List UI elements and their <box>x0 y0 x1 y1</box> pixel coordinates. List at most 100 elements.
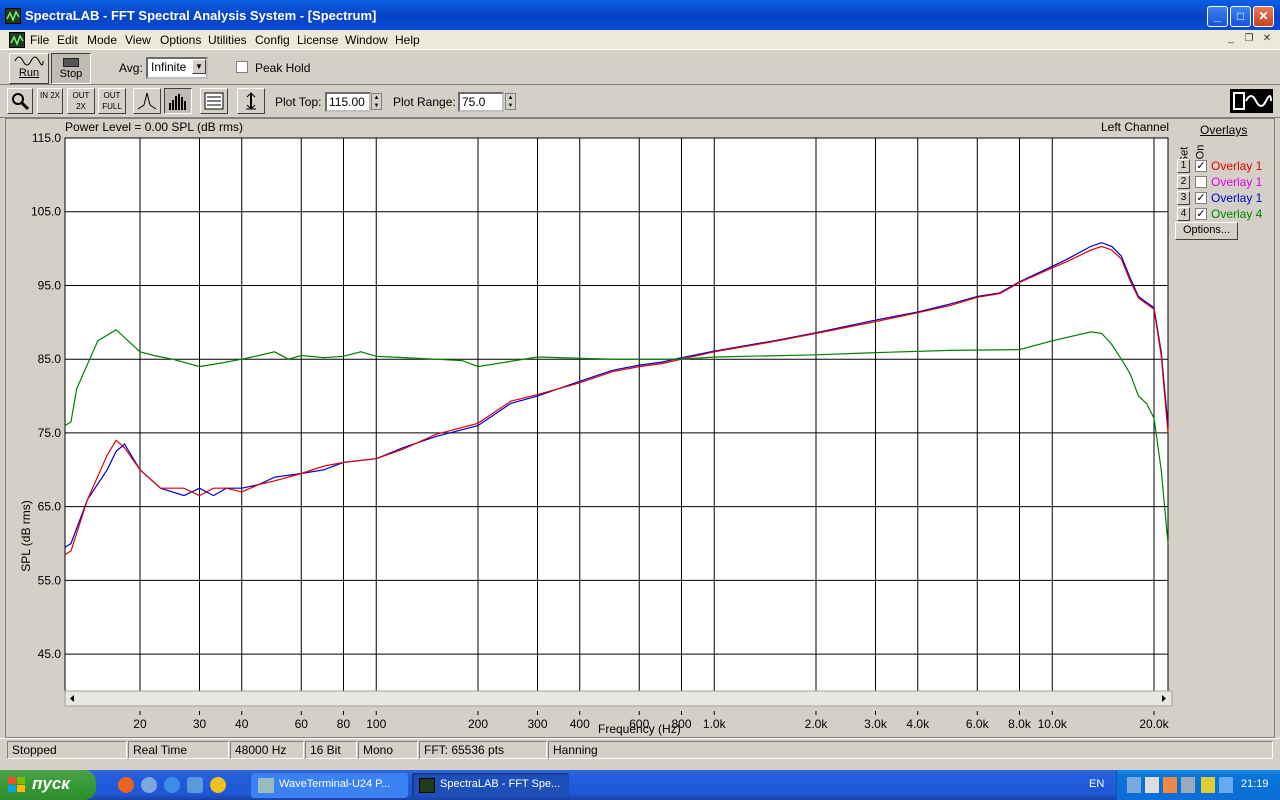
settings-panel-button[interactable] <box>200 88 228 114</box>
zoom-button[interactable] <box>7 88 33 114</box>
network-icon[interactable] <box>1127 777 1141 793</box>
window-title: SpectraLAB - FFT Spectral Analysis Syste… <box>25 8 377 23</box>
overlay-set-button[interactable]: 1 <box>1177 159 1190 173</box>
overlay-on-checkbox[interactable]: ✓ <box>1195 208 1207 220</box>
task-waveterminal[interactable]: WaveTerminal-U24 P... <box>251 773 408 798</box>
status-bits: 16 Bit <box>305 741 357 759</box>
x-tick-label: 300 <box>527 717 547 731</box>
zoom-out-full-button[interactable]: OUT FULL <box>98 88 126 114</box>
y-tick-label: 75.0 <box>38 426 62 440</box>
x-tick-label: 10.0k <box>1038 717 1068 731</box>
plot-top-spinner[interactable]: ▲ ▼ <box>371 93 382 110</box>
peak-curve-icon <box>137 92 157 110</box>
menu-window[interactable]: Window <box>345 33 388 47</box>
security-icon[interactable] <box>1163 777 1177 793</box>
bar-plot-button[interactable] <box>164 88 192 114</box>
mdi-restore-button[interactable]: ❐ <box>1242 33 1256 46</box>
menu-config[interactable]: Config <box>255 33 290 47</box>
plot-range-label: Plot Range: <box>393 95 456 109</box>
spectrum-chart[interactable]: 115.0 105.0 95.0 85.0 75.0 65.0 55.0 45.0 20 30 40… <box>6 119 1173 731</box>
menu-view[interactable]: View <box>125 33 151 47</box>
avg-select[interactable]: Infinite ▼ <box>146 57 208 79</box>
close-button[interactable]: ✕ <box>1253 6 1274 27</box>
plot-range-spinner[interactable]: ▲ ▼ <box>505 93 516 110</box>
x-tick-label: 80 <box>337 717 351 731</box>
x-tick-label: 2.0k <box>805 717 829 731</box>
windows-logo-icon <box>8 777 25 792</box>
plot-range-input[interactable]: 75.0 <box>458 92 504 112</box>
run-button[interactable]: Run <box>9 53 49 84</box>
maximize-button[interactable]: □ <box>1230 6 1251 27</box>
plot-scrollbar <box>64 690 1173 707</box>
overlay-name[interactable]: Overlay 4 <box>1211 207 1262 221</box>
x-tick-label: 4.0k <box>906 717 930 731</box>
mdi-close-button[interactable]: ✕ <box>1260 33 1274 46</box>
x-tick-label: 20.0k <box>1139 717 1169 731</box>
overlay-set-button[interactable]: 3 <box>1177 191 1190 205</box>
overlay-name[interactable]: Overlay 1 <box>1211 175 1262 189</box>
menu-options[interactable]: Options <box>160 33 201 47</box>
x-tick-label: 600 <box>629 717 649 731</box>
internet-explorer-icon[interactable] <box>164 777 180 793</box>
battery-icon[interactable] <box>1201 777 1215 793</box>
menu-bar: File Edit Mode View Options Utilities Co… <box>0 30 1280 50</box>
start-button[interactable]: пуск <box>0 770 96 800</box>
y-tick-label: 65.0 <box>38 500 62 514</box>
firefox-icon[interactable] <box>118 777 134 793</box>
plot-top-label: Plot Top: <box>275 95 322 109</box>
zoom-out-2x-button[interactable]: OUT 2X <box>67 88 95 114</box>
overlay-on-checkbox[interactable] <box>1195 176 1207 188</box>
document-icon[interactable] <box>9 32 25 48</box>
scale-button[interactable] <box>237 88 265 114</box>
minimize-button[interactable]: _ <box>1207 6 1228 27</box>
media-player-icon[interactable] <box>210 777 226 793</box>
overlay-set-button[interactable]: 4 <box>1177 207 1190 221</box>
bar-graph-icon <box>169 94 186 110</box>
chevron-down-icon[interactable]: ▼ <box>192 59 206 74</box>
plot-top-input[interactable]: 115.00 <box>325 92 371 112</box>
x-tick-label: 400 <box>570 717 590 731</box>
sine-wave-icon <box>14 56 44 66</box>
explorer-icon[interactable] <box>187 777 203 793</box>
status-bar: Stopped Real Time 48000 Hz 16 Bit Mono F… <box>0 738 1280 760</box>
peak-hold-label: Peak Hold <box>255 61 311 75</box>
start-label: пуск <box>32 774 70 793</box>
peak-hold-checkbox[interactable] <box>236 61 248 73</box>
menu-mode[interactable]: Mode <box>87 33 117 47</box>
display-icon[interactable] <box>1219 777 1233 793</box>
overlay-name[interactable]: Overlay 1 <box>1211 159 1262 173</box>
overlay-on-checkbox[interactable]: ✓ <box>1195 192 1207 204</box>
vertical-scale-icon <box>246 92 256 110</box>
overlay-set-button[interactable]: 2 <box>1177 175 1190 189</box>
stop-icon <box>63 58 79 67</box>
y-tick-label: 95.0 <box>38 278 62 292</box>
status-fft: FFT: 65536 pts <box>419 741 547 759</box>
spectralab-icon <box>419 778 435 793</box>
plot-area <box>64 137 1169 692</box>
overlay-on-checkbox[interactable]: ✓ <box>1195 160 1207 172</box>
line-plot-button[interactable] <box>133 88 161 114</box>
stop-button[interactable]: Stop <box>51 53 91 84</box>
tray-app-icon[interactable] <box>1181 777 1195 793</box>
mdi-minimize-button[interactable]: _ <box>1224 33 1238 46</box>
task-spectralab[interactable]: SpectraLAB - FFT Spe... <box>412 773 569 798</box>
media-icon[interactable] <box>141 777 157 793</box>
menu-edit[interactable]: Edit <box>57 33 78 47</box>
overlay-options-button[interactable]: Options... <box>1175 222 1238 240</box>
menu-file[interactable]: File <box>30 33 49 47</box>
overlay-name[interactable]: Overlay 1 <box>1211 191 1262 205</box>
menu-help[interactable]: Help <box>395 33 420 47</box>
signal-generator-icon[interactable] <box>1230 89 1273 113</box>
y-tick-label: 115.0 <box>32 131 61 145</box>
zoom-in-2x-button[interactable]: IN 2X <box>37 88 63 114</box>
status-channels: Mono <box>358 741 418 759</box>
title-bar[interactable]: SpectraLAB - FFT Spectral Analysis Syste… <box>0 0 1280 32</box>
menu-utilities[interactable]: Utilities <box>208 33 247 47</box>
language-indicator[interactable]: EN <box>1089 778 1104 790</box>
menu-license[interactable]: License <box>297 33 338 47</box>
x-tick-label: 800 <box>671 717 691 731</box>
y-tick-label: 85.0 <box>38 352 62 366</box>
y-tick-label: 55.0 <box>38 573 62 587</box>
x-tick-label: 40 <box>235 717 249 731</box>
volume-icon[interactable] <box>1145 777 1159 793</box>
